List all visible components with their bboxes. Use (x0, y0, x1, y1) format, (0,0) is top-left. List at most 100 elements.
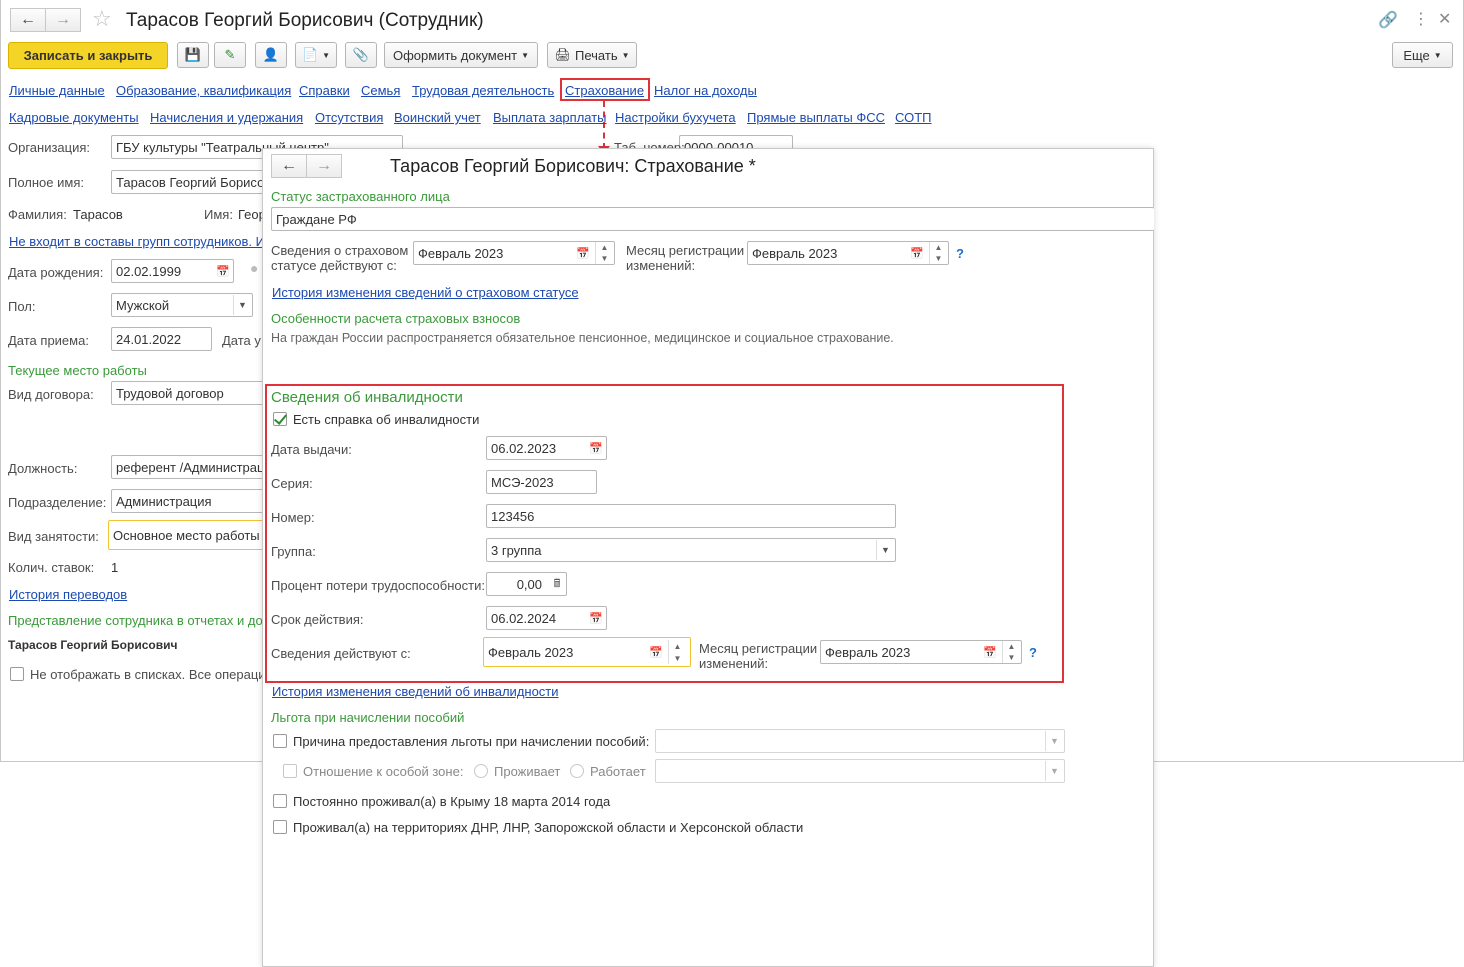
group-chevron-down-icon[interactable]: ▼ (876, 540, 894, 560)
disability-history-link[interactable]: История изменения сведений об инвалиднос… (272, 684, 559, 699)
dept-label: Подразделение: (8, 495, 107, 510)
reg-month-help-icon[interactable]: ? (956, 246, 964, 261)
tab-labor[interactable]: Трудовая деятельность (412, 83, 554, 98)
fullname-label: Полное имя: (8, 175, 84, 190)
link-icon[interactable]: 🔗 (1378, 10, 1398, 30)
tab-income-tax[interactable]: Налог на доходы (654, 83, 757, 98)
position-label: Должность: (8, 461, 78, 476)
hire-field[interactable]: 24.01.2022 (111, 327, 212, 351)
tab-sotp[interactable]: СОТП (895, 110, 932, 125)
status-field[interactable]: Граждане РФ (271, 207, 1154, 231)
dis-reg-month-help-icon[interactable]: ? (1029, 645, 1037, 660)
employment-field[interactable]: Основное место работы (108, 520, 271, 550)
benefit-header: Льгота при начислении пособий (271, 710, 465, 725)
dept-field[interactable]: Администрация (111, 489, 271, 513)
popup-forward-button[interactable]: → (306, 154, 342, 178)
benefit-reason-select[interactable] (655, 729, 1065, 753)
birth-label: Дата рождения: (8, 265, 104, 280)
special-zone-checkbox[interactable] (283, 764, 297, 778)
benefit-reason-checkbox[interactable] (273, 734, 287, 748)
more-label: Еще (1403, 47, 1430, 63)
special-zone-chevron-down-icon[interactable]: ▼ (1045, 761, 1063, 781)
attachment-icon[interactable]: 📎 (345, 42, 377, 68)
position-field[interactable]: референт /Администрац (111, 455, 271, 479)
save-close-button[interactable]: Записать и закрыть (8, 42, 168, 69)
tab-fss[interactable]: Прямые выплаты ФСС (747, 110, 885, 125)
rate-value: 1 (111, 560, 119, 575)
valid-from-label: Сведения действуют с: (271, 646, 411, 661)
crimea-checkbox[interactable] (273, 794, 287, 808)
close-icon[interactable]: ✕ (1438, 9, 1451, 29)
user-access-icon[interactable]: 👤 (255, 42, 287, 68)
transfers-link[interactable]: История переводов (9, 587, 127, 602)
lives-radio[interactable] (474, 764, 488, 778)
calc-header: Особенности расчета страховых взносов (271, 311, 521, 326)
popup-back-button[interactable]: ← (271, 154, 307, 178)
issue-date-calendar-icon[interactable]: 📅 (587, 439, 605, 457)
works-radio[interactable] (570, 764, 584, 778)
reg-month-stepper[interactable]: ▲ ▼ (929, 242, 947, 264)
dis-reg-month-label: Месяц регистрации изменений: (699, 641, 818, 671)
contract-field[interactable]: Трудовой договор (111, 381, 271, 405)
valid-from-stepper[interactable]: ▲ ▼ (668, 640, 686, 664)
groups-link[interactable]: Не входит в составы групп сотрудников. И (9, 234, 265, 249)
tab-accounting[interactable]: Настройки бухучета (615, 110, 736, 125)
post-icon[interactable]: ✎ (214, 42, 246, 68)
sex-label: Пол: (8, 299, 36, 314)
tab-absences[interactable]: Отсутствия (315, 110, 383, 125)
hide-checkbox[interactable] (10, 667, 24, 681)
fire-label: Дата у (222, 333, 261, 348)
dis-reg-month-stepper[interactable]: ▲ ▼ (1002, 641, 1020, 663)
tab-military[interactable]: Воинский учет (394, 110, 481, 125)
back-button[interactable]: ← (10, 8, 46, 32)
status-from-calendar-icon[interactable]: 📅 (574, 244, 592, 262)
create-document-button[interactable]: Оформить документ ▼ (384, 42, 538, 68)
tab-accruals[interactable]: Начисления и удержания (150, 110, 303, 125)
hide-label: Не отображать в списках. Все операци (30, 667, 266, 682)
popup-title: Тарасов Георгий Борисович: Страхование * (390, 156, 756, 176)
birth-calendar-icon[interactable]: 📅 (214, 262, 232, 280)
loss-calculator-icon[interactable]: 🖩 (548, 575, 566, 593)
valid-from-calendar-icon[interactable]: 📅 (647, 643, 665, 661)
special-zone-select[interactable] (655, 759, 1065, 783)
special-zone-label: Отношение к особой зоне: (303, 764, 464, 779)
create-document-label: Оформить документ (392, 47, 518, 63)
tab-hr-docs[interactable]: Кадровые документы (9, 110, 139, 125)
has-cert-checkbox[interactable] (273, 412, 287, 426)
rate-label: Колич. ставок: (8, 560, 95, 575)
contract-label: Вид договора: (8, 387, 94, 402)
tab-education[interactable]: Образование, квалификация (116, 83, 291, 98)
save-icon[interactable]: 💾 (177, 42, 209, 68)
status-history-link[interactable]: История изменения сведений о страховом с… (272, 285, 579, 300)
valid-until-calendar-icon[interactable]: 📅 (587, 609, 605, 627)
fullname-field[interactable]: Тарасов Георгий Борисо (111, 170, 271, 194)
tab-family[interactable]: Семья (361, 83, 400, 98)
tab-certificates[interactable]: Справки (299, 83, 350, 98)
has-cert-label: Есть справка об инвалидности (293, 412, 480, 427)
tab-personal[interactable]: Личные данные (9, 83, 105, 98)
tab-insurance[interactable]: Страхование (565, 83, 644, 98)
number-label: Номер: (271, 510, 315, 525)
tab-salary-payment[interactable]: Выплата зарплаты (493, 110, 607, 125)
forward-button[interactable]: → (45, 8, 81, 32)
print-button[interactable]: 🖨 Печать ▼ (547, 42, 637, 68)
more-button[interactable]: Еще ▼ (1392, 42, 1453, 68)
reg-month-calendar-icon[interactable]: 📅 (908, 244, 926, 262)
status-from-stepper[interactable]: ▲ ▼ (595, 242, 613, 264)
calc-text: На граждан России распространяется обяза… (271, 331, 894, 345)
more-vert-icon[interactable]: ⋮ (1413, 9, 1429, 29)
create-based-icon[interactable]: 📄 ▼ (295, 42, 337, 68)
dis-reg-month-calendar-icon[interactable]: 📅 (981, 643, 999, 661)
series-field[interactable]: МСЭ-2023 (486, 470, 597, 494)
number-field[interactable]: 123456 (486, 504, 896, 528)
benefit-reason-chevron-down-icon[interactable]: ▼ (1045, 731, 1063, 751)
group-select[interactable]: 3 группа (486, 538, 896, 562)
favorite-star-icon[interactable]: ☆ (92, 6, 112, 32)
sex-select[interactable]: Мужской (111, 293, 253, 317)
works-label: Работает (590, 764, 646, 779)
dnr-checkbox[interactable] (273, 820, 287, 834)
sex-chevron-down-icon[interactable]: ▼ (233, 295, 251, 315)
crimea-label: Постоянно проживал(а) в Крыму 18 марта 2… (293, 794, 611, 809)
lastname-value: Тарасов (73, 207, 123, 222)
issue-date-label: Дата выдачи: (271, 442, 352, 457)
